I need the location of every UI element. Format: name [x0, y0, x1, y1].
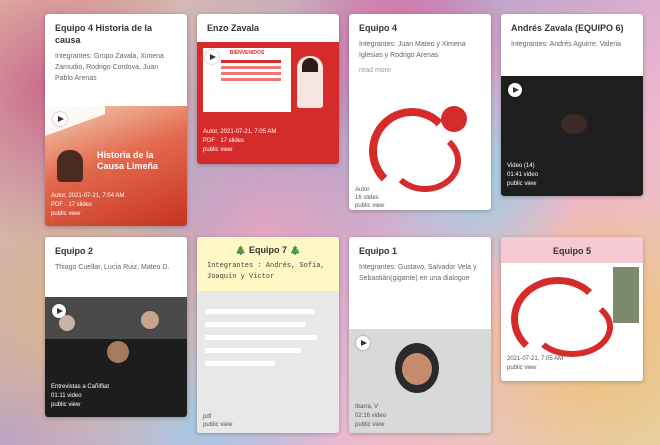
- attachment-caption: Autor, 2021-07-21, 7:04 AM: [51, 193, 125, 199]
- attachment-type: 01:41 video: [507, 172, 539, 178]
- post-attachment[interactable]: Entrevistas a Cañifliat 01:11 video publ…: [45, 297, 187, 417]
- participant-face: [141, 311, 159, 329]
- post-attachment[interactable]: Historia de la Causa Limeña Autor, 2021-…: [45, 84, 187, 226]
- attachment-visibility: public view: [355, 422, 385, 428]
- post-card-equipo-5[interactable]: Equipo 5 2021-07-21, 7:05 AM public view: [501, 237, 643, 381]
- post-card-equipo-2[interactable]: Equipo 2 Thiago Cuellar, Lucía Ruiz, Mat…: [45, 237, 187, 417]
- post-description: Integrantes: Gustavo, Salvador Vela y Se…: [359, 264, 477, 282]
- post-title: Equipo 4: [359, 23, 397, 33]
- document-preview[interactable]: [205, 301, 331, 401]
- post-card-equipo-7[interactable]: 🎄 Equipo 7 🎄 Integrantes : Andrés, Sofía…: [197, 237, 339, 433]
- post-attachment[interactable]: BIENVENIDOS Autor, 2021-07-21, 7:05 AM P…: [197, 42, 339, 164]
- post-attachment[interactable]: [349, 94, 491, 194]
- post-card-andres-zavala[interactable]: Andrés Zavala (EQUIPO 6) Integrantes: An…: [501, 14, 643, 196]
- ribbon-shape: [45, 84, 105, 136]
- attachment-caption: Autor, 2021-07-21, 7:05 AM: [203, 129, 277, 135]
- post-card-enzo-zavala[interactable]: Enzo Zavala BIENVENIDOS Autor, 2021-07-2…: [197, 14, 339, 164]
- video-thumbnail: [561, 114, 587, 134]
- attachment-visibility: public view: [203, 422, 233, 428]
- attachment-type: PDF · 17 slides: [51, 202, 93, 208]
- participant-face: [59, 315, 75, 331]
- attachment-visibility: public view: [507, 365, 537, 371]
- attachment-caption: Entrevistas a Cañifliat: [51, 384, 110, 390]
- attachment-caption: Ibarra, V: [355, 404, 379, 410]
- post-description: Integrantes: Andrés Aguirre, Valeria: [511, 41, 621, 48]
- post-attachment[interactable]: Ibarra, V 02:16 video public view: [349, 329, 491, 433]
- post-title: Equipo 2: [55, 246, 93, 256]
- attachment-type: 01:11 video: [51, 393, 82, 399]
- post-title: Andrés Zavala (EQUIPO 6): [511, 23, 624, 33]
- post-title: 🎄 Equipo 7 🎄: [235, 245, 301, 255]
- person-figure: [297, 56, 323, 108]
- post-description: Integrantes: Grupo Zavala, Ximena Zamudi…: [55, 53, 164, 82]
- attachment-type: PDF · 17 slides: [203, 138, 245, 144]
- attachment-visibility: public view: [507, 181, 537, 187]
- post-description: Thiago Cuellar, Lucía Ruiz, Mateo D.: [55, 264, 170, 271]
- post-header: Equipo 5: [501, 237, 643, 263]
- post-description: Integrantes: Juan Mateo y Ximena Iglesia…: [359, 41, 466, 59]
- attachment-visibility: public view: [51, 402, 81, 408]
- attachment-caption: Video (14): [507, 163, 535, 169]
- ribbon-shape: [531, 297, 613, 357]
- attachment-caption: Autor: [355, 187, 370, 193]
- post-card-equipo-4[interactable]: Equipo 4 Integrantes: Juan Mateo y Ximen…: [349, 14, 491, 210]
- attachment-visibility: public view: [203, 147, 233, 153]
- post-title: Equipo 4 Historia de la causa: [55, 23, 153, 45]
- post-title: Enzo Zavala: [207, 23, 260, 33]
- play-icon[interactable]: [53, 112, 67, 126]
- attachment-type: 16 slides: [355, 195, 379, 201]
- tree-icon: 🎄: [289, 245, 301, 255]
- read-more-link[interactable]: read more: [349, 63, 491, 78]
- attachment-visibility: public view: [355, 203, 385, 209]
- post-attachment[interactable]: Video (14) 01:41 video public view: [501, 76, 643, 196]
- attachment-caption: pdf: [203, 414, 212, 420]
- attachment-caption: 2021-07-21, 7:05 AM: [507, 356, 564, 362]
- post-card-equipo-1[interactable]: Equipo 1 Integrantes: Gustavo, Salvador …: [349, 237, 491, 433]
- video-thumbnail: [613, 267, 639, 323]
- play-icon[interactable]: [356, 336, 370, 350]
- attachment-title: Historia de la Causa Limeña: [97, 150, 159, 171]
- post-card-equipo-4-historia[interactable]: Equipo 4 Historia de la causa Integrante…: [45, 14, 187, 226]
- ribbon-shape: [389, 130, 461, 192]
- post-attachment[interactable]: [501, 263, 643, 361]
- post-title: Equipo 1: [359, 246, 397, 256]
- post-description: Integrantes : Andrés, Sofía, Joaquín y V…: [207, 262, 325, 281]
- participant-face: [395, 343, 439, 393]
- play-icon[interactable]: [508, 83, 522, 97]
- post-title: Equipo 5: [553, 246, 591, 256]
- logo-seal: [441, 106, 467, 132]
- play-icon[interactable]: [205, 50, 219, 64]
- participant-face: [107, 341, 129, 363]
- tree-icon: 🎄: [235, 245, 247, 255]
- attachment-type: 02:16 video: [355, 413, 387, 419]
- post-header: 🎄 Equipo 7 🎄 Integrantes : Andrés, Sofía…: [197, 237, 339, 291]
- attachment-visibility: public view: [51, 211, 81, 217]
- person-figure: [57, 150, 83, 182]
